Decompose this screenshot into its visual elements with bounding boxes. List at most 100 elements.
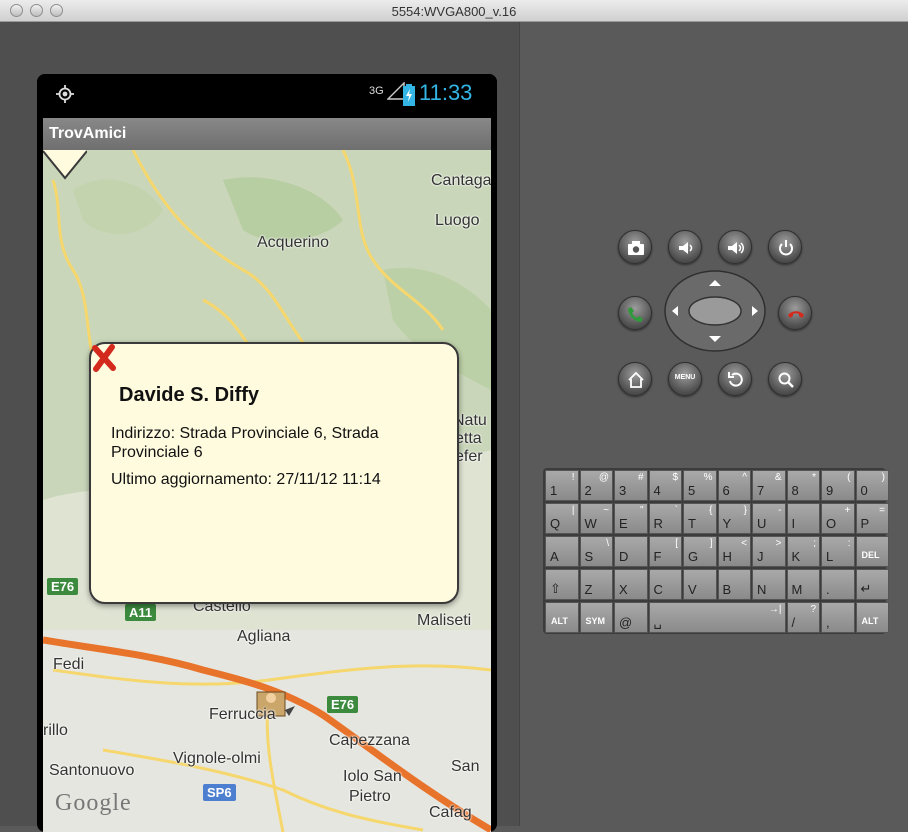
- key-DEL[interactable]: DEL: [855, 536, 889, 567]
- key-.[interactable]: .: [821, 569, 855, 600]
- key-B[interactable]: B: [717, 569, 751, 600]
- key-6[interactable]: 6 ^: [717, 470, 751, 501]
- key-label: X: [619, 582, 628, 597]
- key-X[interactable]: X: [614, 569, 648, 600]
- key-⇧[interactable]: ⇧: [545, 569, 579, 600]
- key-space[interactable]: ␣ →|: [648, 602, 786, 633]
- key-4[interactable]: 4 $: [648, 470, 682, 501]
- key-R[interactable]: R `: [648, 503, 682, 534]
- menu-button[interactable]: MENU: [668, 362, 702, 396]
- dpad-control[interactable]: [664, 270, 766, 352]
- home-button[interactable]: [618, 362, 652, 396]
- gps-icon: [56, 85, 74, 103]
- window-title: 5554:WVGA800_v.16: [391, 4, 517, 19]
- volume-up-button[interactable]: [718, 230, 752, 264]
- key-SYM[interactable]: SYM: [579, 602, 613, 633]
- key-1[interactable]: 1!: [545, 470, 579, 501]
- key-M[interactable]: M: [786, 569, 820, 600]
- key-E[interactable]: E ": [614, 503, 648, 534]
- key-secondary-label: >: [775, 538, 782, 549]
- key-ALT[interactable]: ALT: [855, 602, 889, 633]
- key-O[interactable]: O +: [821, 503, 855, 534]
- key-W[interactable]: W ~: [579, 503, 613, 534]
- volume-down-icon: [679, 242, 693, 254]
- place-label: San: [451, 758, 480, 775]
- key-K[interactable]: K;: [786, 536, 820, 567]
- key-label: ALT: [551, 616, 568, 626]
- key-5[interactable]: 5%: [683, 470, 717, 501]
- key-2[interactable]: 2 @: [579, 470, 613, 501]
- key-A[interactable]: A: [545, 536, 579, 567]
- key-Z[interactable]: Z: [579, 569, 613, 600]
- key-secondary-label: !: [571, 472, 575, 483]
- key-0[interactable]: 0): [855, 470, 889, 501]
- key-label: C: [653, 582, 663, 597]
- key-label: ␣: [653, 614, 662, 629]
- friend-name: Davide S. Diffy: [119, 384, 260, 406]
- camera-button[interactable]: [618, 230, 652, 264]
- phone-screen[interactable]: 3G 11:33 TrovAmici Cantaga Luogo Acqueri…: [37, 74, 497, 832]
- map-view[interactable]: Cantaga Luogo Acquerino Natu etta efer C…: [43, 150, 491, 832]
- key-label: ,: [826, 615, 830, 630]
- key-label: B: [722, 582, 732, 597]
- home-icon: [628, 371, 644, 388]
- end-call-icon: [788, 311, 804, 318]
- key-secondary-label: \: [606, 538, 609, 549]
- key-F[interactable]: F[: [648, 536, 682, 567]
- key-L[interactable]: L:: [821, 536, 855, 567]
- key-label: W: [584, 516, 597, 531]
- key-N[interactable]: N: [752, 569, 786, 600]
- key-C[interactable]: C: [648, 569, 682, 600]
- key-secondary-label: ): [881, 472, 885, 483]
- friend-info-popup[interactable]: Davide S. Diffy Indirizzo: Strada Provin…: [89, 342, 459, 604]
- key-secondary-label: ;: [813, 538, 816, 549]
- key-@[interactable]: @: [614, 602, 648, 633]
- key-G[interactable]: G]: [683, 536, 717, 567]
- key-U[interactable]: U-: [752, 503, 786, 534]
- close-icon[interactable]: [91, 344, 117, 372]
- clock: 11:33: [419, 80, 473, 105]
- search-icon: [778, 372, 794, 388]
- key-8[interactable]: 8 *: [786, 470, 820, 501]
- key-/[interactable]: /?: [786, 602, 820, 633]
- key-7[interactable]: 7 &: [752, 470, 786, 501]
- key-label: A: [550, 549, 559, 564]
- network-type: 3G: [369, 85, 384, 97]
- search-button[interactable]: [768, 362, 802, 396]
- friend-address: Indirizzo: Strada Provinciale 6, Strada …: [111, 425, 379, 461]
- key-secondary-label: -: [778, 505, 782, 516]
- place-label: Vignole-olmi: [173, 750, 261, 767]
- key-H[interactable]: H <: [717, 536, 751, 567]
- key-D[interactable]: D: [614, 536, 648, 567]
- key-↵[interactable]: ↵: [855, 569, 889, 600]
- key-P[interactable]: P =: [855, 503, 889, 534]
- call-button[interactable]: [618, 296, 652, 330]
- key-J[interactable]: J >: [752, 536, 786, 567]
- key-label: 8: [791, 483, 799, 498]
- key-I[interactable]: I: [786, 503, 820, 534]
- key-ALT[interactable]: ALT: [545, 602, 579, 633]
- key-S[interactable]: S \: [579, 536, 613, 567]
- key-T[interactable]: T{: [683, 503, 717, 534]
- back-button[interactable]: [718, 362, 752, 396]
- key-label: 9: [826, 483, 834, 498]
- place-label: Fedi: [53, 656, 85, 673]
- key-V[interactable]: V: [683, 569, 717, 600]
- key-Q[interactable]: Q |: [545, 503, 579, 534]
- key-Y[interactable]: Y}: [717, 503, 751, 534]
- key-3[interactable]: 3 #: [614, 470, 648, 501]
- volume-down-button[interactable]: [668, 230, 702, 264]
- key-secondary-label: #: [637, 472, 644, 483]
- place-label: Acquerino: [257, 234, 330, 251]
- power-button[interactable]: [768, 230, 802, 264]
- key-,[interactable]: ,: [821, 602, 855, 633]
- key-secondary-label: +: [844, 505, 851, 516]
- key-secondary-label: |: [571, 505, 575, 516]
- volume-up-icon: [728, 242, 744, 254]
- key-9[interactable]: 9(: [821, 470, 855, 501]
- signal-indicator: 3G: [369, 81, 405, 100]
- key-label: ALT: [861, 616, 879, 626]
- end-call-button[interactable]: [778, 296, 812, 330]
- place-label: Maliseti: [417, 612, 472, 629]
- place-label: Iolo San: [343, 768, 402, 785]
